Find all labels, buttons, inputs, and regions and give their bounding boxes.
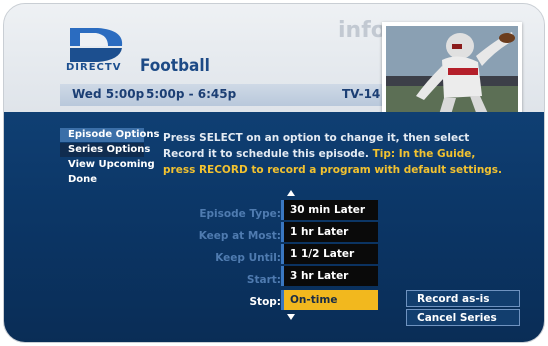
- football-player-image: [386, 26, 518, 118]
- dropdown-option[interactable]: 1 hr Later: [281, 222, 378, 242]
- program-title: Football: [140, 56, 210, 76]
- rating-badge: TV-14: [342, 87, 381, 101]
- arrow-down-icon[interactable]: [287, 314, 295, 320]
- dropdown-option[interactable]: 30 min Later: [281, 200, 378, 220]
- record-as-is-button[interactable]: Record as-is: [406, 290, 520, 307]
- info-banner: DIRECTV info Football Wed 5:00p 5:00p - …: [4, 4, 544, 122]
- side-item-view-upcoming[interactable]: View Upcoming: [60, 158, 155, 172]
- side-item-series-options[interactable]: Series Options: [60, 143, 150, 157]
- day-time: Wed 5:00p: [72, 87, 145, 101]
- arrow-up-icon[interactable]: [287, 190, 295, 196]
- side-item-episode-options[interactable]: Episode Options: [60, 128, 159, 142]
- label-keep-at-most: Keep at Most:: [198, 230, 281, 242]
- label-stop: Stop:: [249, 296, 281, 308]
- directv-logo-icon: [70, 28, 123, 62]
- time-bar: Wed 5:00p 5:00p - 6:45p TV-14: [60, 84, 384, 106]
- help-text: Press SELECT on an option to change it, …: [163, 130, 503, 178]
- logo-text: DIRECTV: [66, 62, 122, 73]
- dropdown-option[interactable]: 1 1/2 Later: [281, 244, 378, 264]
- side-menu: Episode Options Series Options View Upco…: [60, 128, 159, 188]
- label-keep-until: Keep Until:: [215, 252, 281, 264]
- label-episode-type: Episode Type:: [199, 208, 281, 220]
- tv-screen: DIRECTV info Football Wed 5:00p 5:00p - …: [3, 3, 545, 343]
- side-item-done[interactable]: Done: [60, 173, 144, 187]
- cancel-series-button[interactable]: Cancel Series: [406, 309, 520, 326]
- dropdown-option[interactable]: 3 hr Later: [281, 266, 378, 286]
- dropdown-option-selected[interactable]: On-time: [281, 290, 378, 310]
- options-panel: Episode Options Series Options View Upco…: [4, 112, 544, 342]
- info-watermark: info: [338, 18, 386, 43]
- program-thumbnail: [382, 22, 522, 122]
- label-start: Start:: [246, 274, 281, 286]
- time-range: 5:00p - 6:45p: [146, 87, 237, 101]
